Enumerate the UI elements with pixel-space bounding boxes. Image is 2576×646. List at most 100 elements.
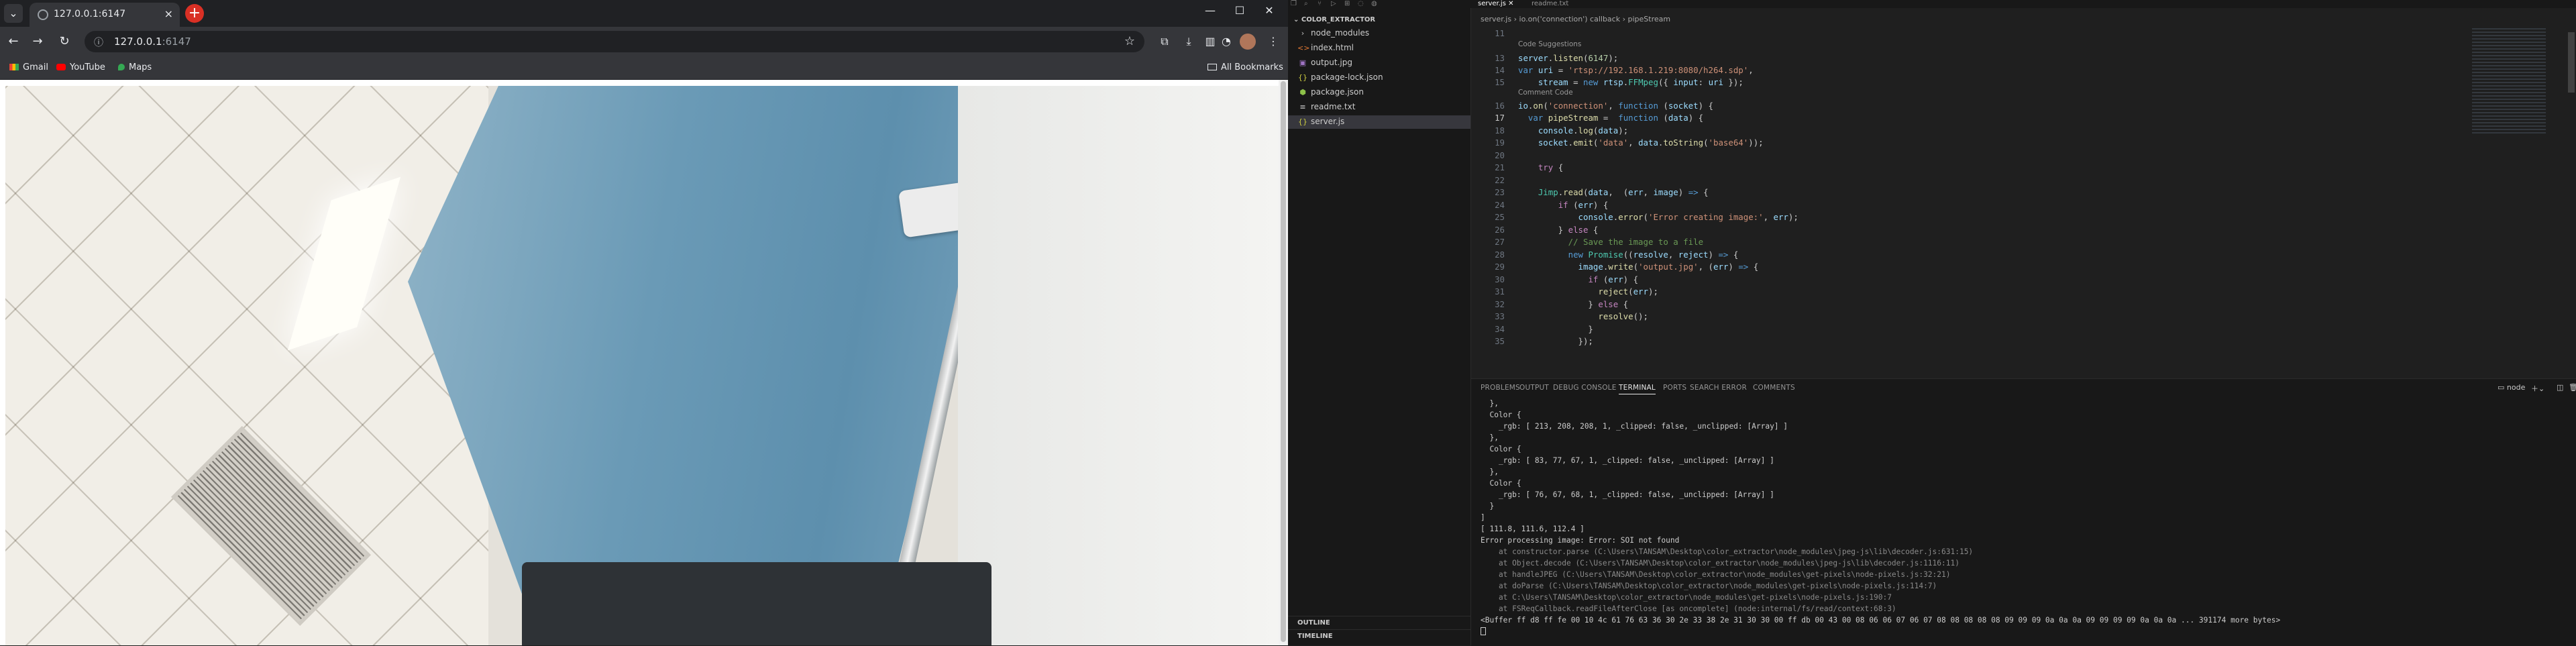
terminal-cursor[interactable] <box>1481 627 1486 636</box>
terminal-line: at doParse (C:\Users\TANSAM\Desktop\colo… <box>1481 582 1937 590</box>
terminal-shell-selector[interactable]: ▭ node <box>2498 383 2525 392</box>
tab-ports[interactable]: PORTS <box>1663 384 1686 392</box>
run-debug-icon[interactable]: ▷ <box>1331 0 1336 7</box>
extensions-icon[interactable]: ⊞ <box>1344 0 1350 7</box>
tab-search-error[interactable]: SEARCH ERROR <box>1690 384 1747 392</box>
explorer-icon[interactable]: ❐ <box>1291 0 1297 7</box>
sidebar-icon[interactable]: ▥ <box>1202 34 1218 50</box>
close-tab-icon[interactable]: × <box>164 7 173 20</box>
code-suggestions-lens[interactable]: Code Suggestions <box>1518 40 1581 48</box>
breadcrumb-scope1[interactable]: io.on('connection') callback <box>1519 15 1621 23</box>
back-button[interactable]: ← <box>5 34 21 50</box>
trash-icon[interactable]: 🗑 <box>2569 383 2576 392</box>
breadcrumb-file[interactable]: server.js <box>1481 15 1511 23</box>
minimize-icon[interactable]: — <box>1195 4 1225 17</box>
scroll-thumb[interactable] <box>1281 81 1286 642</box>
code-line: stream = new rtsp.FFMpeg({ input: uri })… <box>1538 77 1743 87</box>
outline-section[interactable]: OUTLINE <box>1288 616 1470 630</box>
line-number: 17 <box>1495 113 1505 123</box>
split-terminal-icon[interactable]: ◫ <box>2557 383 2563 392</box>
line-number: 18 <box>1495 125 1505 136</box>
extension-icon[interactable]: ◔ <box>1218 34 1234 50</box>
scroll-thumb[interactable] <box>2568 32 2575 93</box>
explorer-item-index-html[interactable]: <> index.html <box>1288 42 1470 55</box>
terminal-icon: ▭ <box>2498 383 2505 392</box>
tab-problems[interactable]: PROBLEMS <box>1481 384 1520 392</box>
tab-terminal[interactable]: TERMINAL <box>1619 384 1656 394</box>
code-line: } else { <box>1518 225 1599 235</box>
terminal-line: }, <box>1481 468 1499 476</box>
site-info-icon[interactable]: ⓘ <box>94 36 103 49</box>
code-line: } else { <box>1518 299 1629 309</box>
code-line: io.on('connection', function (socket) { <box>1518 101 1713 111</box>
line-number: 16 <box>1495 101 1505 111</box>
explorer-item-package-json[interactable]: ⬢ package.json <box>1288 86 1470 99</box>
tab-output[interactable]: OUTPUT <box>1519 384 1549 392</box>
line-number: 34 <box>1495 324 1505 334</box>
url-text: 127.0.0.1:6147 <box>114 36 191 48</box>
tab-debug-console[interactable]: DEBUG CONSOLE <box>1553 384 1617 392</box>
search-icon[interactable]: ⌕ <box>1304 0 1308 7</box>
accounts-icon[interactable]: ◍ <box>1371 0 1377 7</box>
avatar[interactable] <box>1240 34 1256 50</box>
terminal-line: ] <box>1481 513 1485 522</box>
bookmark-gmail[interactable]: Gmail <box>9 62 48 72</box>
reload-button[interactable]: ↻ <box>56 34 72 50</box>
terminal-line: _rgb: [ 213, 208, 208, 1, _clipped: fals… <box>1481 422 1788 431</box>
close-window-icon[interactable]: ✕ <box>1254 4 1284 17</box>
line-number: 11 <box>1495 28 1505 38</box>
terminal-output[interactable]: }, Color { _rgb: [ 213, 208, 208, 1, _cl… <box>1471 399 2576 646</box>
timeline-section[interactable]: TIMELINE <box>1288 629 1470 643</box>
cursor-icon <box>1481 627 1486 635</box>
terminal-line: } <box>1481 502 1495 510</box>
tab-comments[interactable]: COMMENTS <box>1753 384 1795 392</box>
line-number: 32 <box>1495 299 1505 309</box>
address-bar[interactable]: ⓘ 127.0.0.1:6147 ☆ <box>85 31 1144 52</box>
tab-readme[interactable]: readme.txt <box>1532 0 1568 8</box>
explorer-item-server-js[interactable]: {} server.js <box>1288 115 1470 129</box>
editor-area: server.js ✕ readme.txt server.js › io.on… <box>1471 0 2576 378</box>
page-content <box>0 80 1288 645</box>
tab-search-button[interactable]: ⌄ <box>4 4 23 23</box>
explorer-item-output-jpg[interactable]: ▣ output.jpg <box>1288 56 1470 70</box>
all-bookmarks[interactable]: All Bookmarks <box>1208 62 1283 72</box>
forward-button[interactable]: → <box>30 34 46 50</box>
minimap[interactable] <box>2472 28 2546 136</box>
line-number: 20 <box>1495 150 1505 160</box>
new-terminal-icon[interactable]: ＋⌄ <box>2531 383 2544 394</box>
explorer-item-package-lock[interactable]: {} package-lock.json <box>1288 71 1470 85</box>
line-number: 14 <box>1495 65 1505 75</box>
bookmark-youtube[interactable]: YouTube <box>56 62 105 72</box>
line-number: 25 <box>1495 212 1505 222</box>
line-number: 28 <box>1495 250 1505 260</box>
code-line: socket.emit('data', data.toString('base6… <box>1538 138 1764 148</box>
terminal-line: _rgb: [ 83, 77, 67, 1, _clipped: false, … <box>1481 456 1774 465</box>
menu-icon[interactable]: ⋮ <box>1265 34 1281 50</box>
terminal-line: at constructor.parse (C:\Users\TANSAM\De… <box>1481 547 1974 556</box>
code-line: new Promise((resolve, reject) => { <box>1568 250 1739 260</box>
editor-scrollbar[interactable] <box>2567 28 2576 377</box>
bookmark-maps[interactable]: Maps <box>118 62 152 72</box>
code-line: console.log(data); <box>1538 125 1629 136</box>
explorer-item-node-modules[interactable]: › node_modules <box>1288 27 1470 40</box>
new-tab-button[interactable]: + <box>185 4 204 23</box>
explorer-item-readme[interactable]: ≡ readme.txt <box>1288 101 1470 114</box>
code-view[interactable]: 11 Code Suggestions 13 server.listen(614… <box>1471 28 2464 377</box>
page-scrollbar[interactable] <box>1279 80 1288 645</box>
white-wall <box>958 86 1283 645</box>
breadcrumb-scope2[interactable]: pipeStream <box>1628 15 1671 23</box>
panel-tabs: PROBLEMS OUTPUT DEBUG CONSOLE TERMINAL P… <box>1471 379 2576 396</box>
line-number: 15 <box>1495 77 1505 87</box>
line-number: 13 <box>1495 53 1505 63</box>
source-control-icon[interactable]: ⑂ <box>1318 0 1322 7</box>
code-line: reject(err); <box>1598 286 1658 297</box>
browser-tab[interactable]: 127.0.0.1:6147 × <box>30 3 180 27</box>
bookmark-star-icon[interactable]: ☆ <box>1124 34 1135 48</box>
explorer-root[interactable]: ⌄ COLOR_EXTRACTOR <box>1293 16 1375 23</box>
download-icon[interactable]: ⤓ <box>1181 34 1197 50</box>
remote-icon[interactable]: ◌ <box>1358 0 1364 7</box>
tab-server-js[interactable]: server.js ✕ <box>1478 0 1513 8</box>
maximize-icon[interactable]: ☐ <box>1225 4 1254 17</box>
extensions-icon[interactable]: ⧉ <box>1157 34 1173 50</box>
comment-code-lens[interactable]: Comment Code <box>1518 89 1573 97</box>
